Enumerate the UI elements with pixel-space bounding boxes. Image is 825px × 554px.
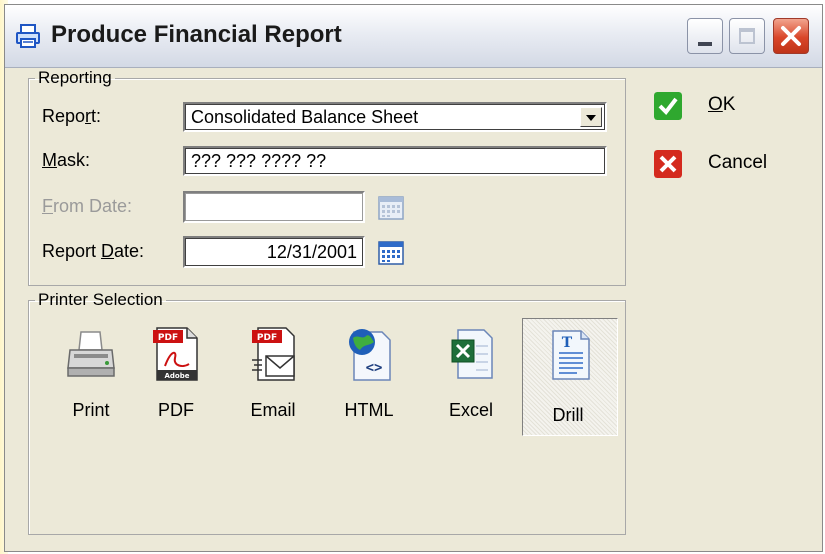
maximize-icon	[739, 28, 755, 44]
cancel-x-icon	[654, 150, 682, 178]
report-label-part: Repo	[42, 106, 86, 126]
drill-option[interactable]: T Drill	[522, 318, 618, 436]
mask-label-mnemonic: M	[42, 150, 57, 170]
report-date-label-part: ate:	[114, 241, 145, 261]
excel-icon	[451, 329, 493, 379]
report-dropdown[interactable]: Consolidated Balance Sheet	[183, 102, 607, 132]
pdf-icon: PDF Adobe	[153, 327, 198, 381]
report-label: Report:	[42, 106, 101, 127]
from-date-label-mnemonic: F	[42, 196, 53, 216]
report-label-part: t:	[91, 106, 102, 126]
close-icon	[781, 26, 801, 46]
svg-text:Adobe: Adobe	[165, 372, 190, 380]
from-date-input	[183, 191, 365, 223]
from-date-label-part: rom Date:	[53, 196, 133, 216]
mask-label: Mask:	[42, 150, 90, 171]
ok-button-label: OK	[708, 94, 735, 116]
pdf-option-label: PDF	[158, 400, 194, 420]
calendar-icon	[378, 196, 404, 220]
excel-option-label: Excel	[448, 400, 493, 420]
html-option[interactable]: <> HTML	[324, 318, 414, 436]
html-icon: <>	[349, 329, 391, 381]
excel-option[interactable]: Excel	[426, 318, 516, 436]
report-date-label: Report Date:	[42, 241, 144, 262]
print-option[interactable]: Print	[46, 318, 136, 436]
minimize-button[interactable]	[687, 18, 723, 54]
report-dropdown-value: Consolidated Balance Sheet	[191, 107, 419, 127]
cancel-button-label: Cancel	[708, 152, 768, 173]
svg-text:PDF: PDF	[257, 333, 277, 343]
from-date-label: From Date:	[42, 196, 132, 217]
ok-label-part: K	[722, 94, 736, 115]
checkmark-icon	[654, 92, 682, 120]
ok-mnemonic: O	[708, 94, 723, 115]
email-pdf-icon: PDF	[252, 327, 295, 381]
html-option-label: HTML	[344, 400, 394, 420]
window-title: Produce Financial Report	[51, 21, 342, 48]
email-option[interactable]: PDF Email	[228, 318, 318, 436]
minimize-icon	[698, 42, 712, 46]
calendar-icon[interactable]	[378, 240, 404, 266]
report-date-label-mnemonic: D	[101, 241, 115, 261]
svg-text:<>: <>	[366, 360, 383, 376]
ok-button[interactable]: OK	[650, 90, 800, 124]
svg-text:PDF: PDF	[158, 333, 178, 343]
pdf-option[interactable]: PDF Adobe PDF	[131, 318, 221, 436]
printer-title-icon	[16, 24, 40, 48]
mask-label-part: ask:	[57, 150, 91, 170]
printer-icon	[67, 331, 115, 377]
report-date-input[interactable]	[183, 236, 365, 268]
print-option-label: Print	[72, 400, 110, 420]
maximize-button[interactable]	[729, 18, 765, 54]
report-date-label-part: Report	[42, 241, 102, 261]
printer-selection-legend: Printer Selection	[38, 290, 163, 309]
drill-option-label: Drill	[552, 405, 584, 425]
close-button[interactable]	[773, 18, 809, 54]
cancel-button[interactable]: Cancel	[650, 148, 800, 182]
dropdown-arrow-icon[interactable]	[580, 107, 602, 127]
svg-text:T: T	[562, 335, 573, 351]
email-option-label: Email	[250, 400, 296, 420]
reporting-legend: Reporting	[38, 68, 112, 87]
mask-input[interactable]	[183, 146, 607, 176]
drill-document-icon: T	[552, 330, 590, 380]
title-bar[interactable]: Produce Financial Report	[5, 5, 822, 68]
